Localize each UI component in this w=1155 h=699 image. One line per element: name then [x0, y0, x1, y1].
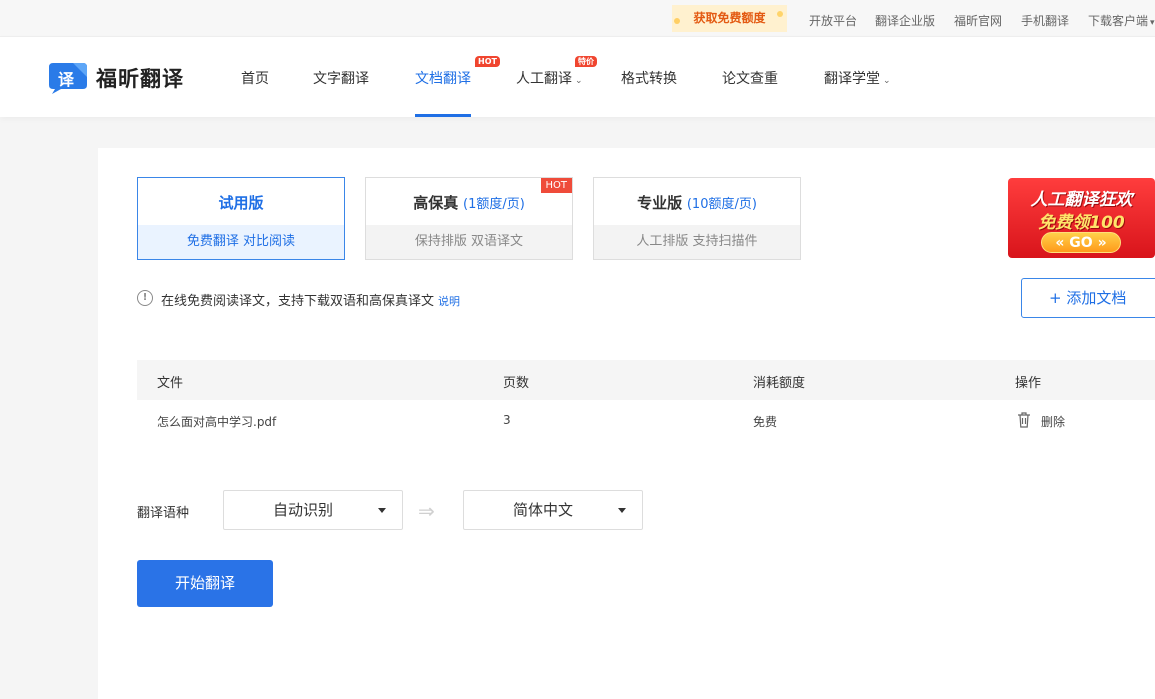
delete-file-link[interactable]: 删除 [1041, 413, 1065, 430]
plan-price: (10额度/页) [686, 197, 757, 212]
caret-down-icon [378, 508, 386, 513]
start-translation-button[interactable]: 开始翻译 [137, 560, 273, 607]
plan-features: 保持排版 双语译文 [366, 225, 572, 259]
add-document-button[interactable]: + 添加文档 [1021, 278, 1155, 318]
swap-arrow-icon[interactable]: ⇒ [418, 499, 435, 523]
source-language-select[interactable]: 自动识别 [223, 490, 403, 530]
human-translation-promo-banner[interactable]: 人工翻译狂欢 免费领100 « GO » [1008, 178, 1155, 258]
nav-home[interactable]: 首页 [241, 68, 269, 88]
active-tab-indicator [415, 114, 471, 117]
plan-card-trial[interactable]: 试用版 免费翻译 对比阅读 [137, 177, 345, 260]
banner-go-button[interactable]: « GO » [1041, 232, 1121, 253]
nav-doc-translate[interactable]: 文档翻译 [415, 68, 471, 88]
nav-text-translate[interactable]: 文字翻译 [313, 68, 369, 88]
nav-human-translate[interactable]: 人工翻译 ⌄ [516, 68, 583, 88]
plan-title: 试用版 [218, 194, 264, 212]
caret-down-icon [618, 508, 626, 513]
info-icon: ! [137, 290, 153, 306]
plan-title: 高保真 [413, 194, 459, 212]
hot-badge: HOT [475, 56, 500, 67]
main-header: 译 福昕翻译 首页 文字翻译 文档翻译 HOT 人工翻译 ⌄ 特价 格式转换 论文… [0, 37, 1155, 117]
nav-human-translate-label: 人工翻译 [516, 71, 572, 87]
plan-features: 人工排版 支持扫描件 [594, 225, 800, 259]
official-site-link[interactable]: 福昕官网 [954, 12, 1002, 29]
column-header-file: 文件 [157, 376, 184, 391]
logo-char: 译 [58, 70, 75, 89]
free-quota-promo[interactable]: 获取免费额度 [672, 5, 787, 32]
download-client-label: 下载客户端 [1088, 14, 1149, 28]
banner-subline: 免费领100 [1038, 213, 1125, 233]
chevron-down-icon: ⌄ [575, 76, 583, 86]
cost-cell: 免费 [753, 415, 778, 429]
target-language-select[interactable]: 简体中文 [463, 490, 643, 530]
source-language-value: 自动识别 [272, 501, 333, 519]
page-count-cell: 3 [503, 413, 511, 427]
logo-text[interactable]: 福昕翻译 [96, 63, 184, 93]
nav-translation-school-label: 翻译学堂 [824, 71, 880, 87]
trash-icon[interactable] [1017, 412, 1031, 428]
nav-translation-school[interactable]: 翻译学堂 ⌄ [824, 68, 891, 88]
table-header: 文件 页数 消耗额度 操作 [137, 360, 1155, 400]
special-price-badge: 特价 [575, 56, 597, 67]
top-bar: 获取免费额度 开放平台 翻译企业版 福昕官网 手机翻译 下载客户端 ▾ [0, 0, 1155, 37]
chevron-down-icon: ⌄ [883, 76, 891, 86]
info-text-row: 在线免费阅读译文，支持下载双语和高保真译文 说明 [161, 290, 460, 309]
target-language-value: 简体中文 [512, 501, 573, 519]
banner-go-label: GO [1069, 235, 1093, 251]
chevron-down-icon: ▾ [1150, 18, 1155, 28]
column-header-action: 操作 [1015, 376, 1042, 391]
plan-card-hifi[interactable]: 高保真 (1额度/页) 保持排版 双语译文 HOT [365, 177, 573, 260]
info-explain-link[interactable]: 说明 [438, 295, 460, 308]
language-label: 翻译语种 [137, 506, 190, 521]
banner-headline: 人工翻译狂欢 [1030, 190, 1133, 210]
open-platform-link[interactable]: 开放平台 [809, 12, 857, 29]
plan-title-row: 专业版 (10额度/页) [594, 192, 800, 213]
plan-features: 免费翻译 对比阅读 [138, 225, 344, 259]
column-header-cost: 消耗额度 [753, 376, 806, 391]
plan-title-row: 高保真 (1额度/页) [366, 192, 572, 213]
file-name-cell: 怎么面对高中学习.pdf [157, 415, 277, 429]
nav-format-convert[interactable]: 格式转换 [621, 68, 677, 88]
nav-plagiarism-check[interactable]: 论文查重 [722, 68, 778, 88]
column-header-pages: 页数 [503, 376, 530, 391]
plan-price: (1额度/页) [463, 197, 525, 212]
info-text: 在线免费阅读译文，支持下载双语和高保真译文 [161, 294, 435, 309]
enterprise-link[interactable]: 翻译企业版 [875, 12, 935, 29]
mobile-translate-link[interactable]: 手机翻译 [1021, 12, 1069, 29]
hot-badge: HOT [540, 178, 572, 193]
plan-title: 专业版 [637, 194, 683, 212]
download-client-link[interactable]: 下载客户端 ▾ [1088, 12, 1155, 29]
plan-card-pro[interactable]: 专业版 (10额度/页) 人工排版 支持扫描件 [593, 177, 801, 260]
